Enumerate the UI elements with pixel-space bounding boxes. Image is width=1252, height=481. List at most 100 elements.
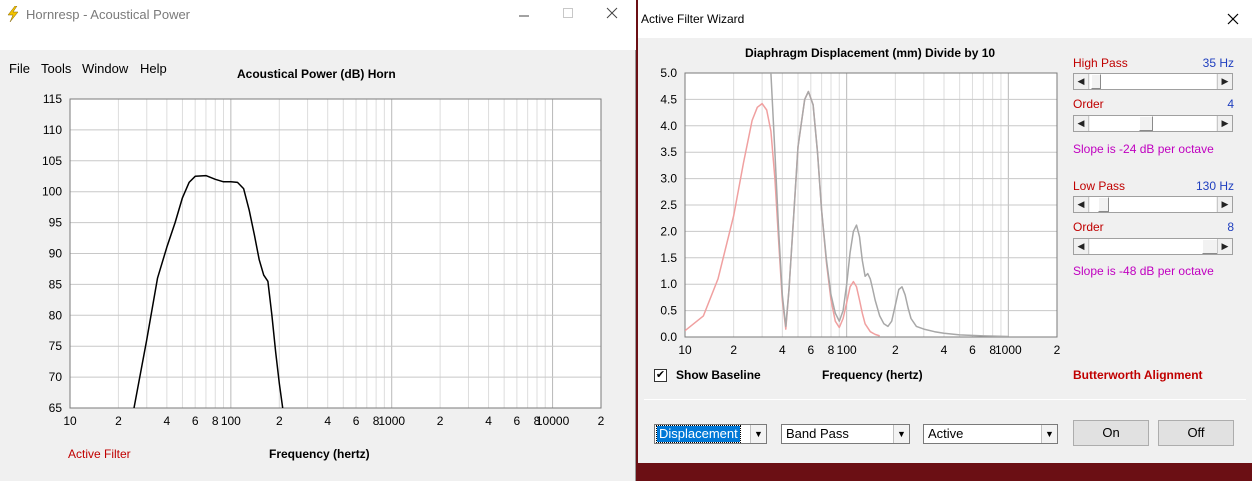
power-chart-x-tick-label: 1000 (378, 414, 405, 428)
power-chart-x-tick-label: 6 (192, 414, 199, 428)
high-pass-value: 35 Hz (1202, 56, 1234, 70)
menu-bar: File Tools Window Help (0, 30, 636, 76)
alignment-label: Butterworth Alignment (1073, 368, 1203, 382)
mode-value: Active (928, 426, 964, 441)
high-pass-order-thumb[interactable] (1139, 116, 1153, 131)
power-chart-y-tick-label: 75 (49, 339, 63, 353)
displacement-chart-y-tick-label: 3.5 (660, 145, 677, 159)
separator (644, 399, 1246, 400)
close-button[interactable] (592, 6, 632, 22)
low-pass-value: 130 Hz (1195, 179, 1234, 193)
slider-right-arrow-icon[interactable]: ▶ (1217, 239, 1232, 254)
lightning-bolt-icon (7, 6, 19, 22)
high-pass-slope: Slope is -24 dB per octave (1073, 142, 1214, 156)
power-chart-y-tick-label: 80 (49, 308, 63, 322)
off-button[interactable]: Off (1158, 420, 1234, 446)
active-filter-status: Active Filter (68, 447, 131, 461)
chevron-down-icon[interactable]: ▼ (750, 425, 766, 443)
power-chart-x-tick-label: 10 (63, 414, 77, 428)
high-pass-order-slider[interactable]: ◀ ▶ (1073, 115, 1233, 132)
high-pass-thumb[interactable] (1091, 74, 1101, 89)
power-chart-x-tick-label: 2 (598, 414, 605, 428)
active-filter-wizard-dialog: Active Filter Wizard Diaphragm Displacem… (638, 0, 1252, 463)
low-pass-label: Low Pass (1073, 179, 1126, 193)
filter-type-dropdown[interactable]: Band Pass ▼ (781, 424, 910, 444)
high-pass-order-value: 4 (1227, 97, 1234, 111)
chevron-down-icon[interactable]: ▼ (893, 425, 909, 443)
x-axis-title: Frequency (hertz) (269, 447, 370, 461)
high-pass-label: High Pass (1073, 56, 1128, 70)
power-chart-x-tick-label: 4 (485, 414, 492, 428)
slider-right-arrow-icon[interactable]: ▶ (1217, 197, 1232, 212)
show-baseline-checkbox[interactable]: ✔ (654, 369, 667, 382)
minimize-button[interactable] (504, 6, 544, 22)
slider-left-arrow-icon[interactable]: ◀ (1074, 197, 1089, 212)
hornresp-window: Hornresp - Acoustical Power File Tools W… (0, 0, 636, 481)
power-chart-x-tick-label: 2 (115, 414, 122, 428)
displacement-chart: 5.04.54.03.53.02.52.01.51.00.50.010 2 4 6 8 1… (660, 66, 1061, 357)
low-pass-order-thumb[interactable] (1202, 239, 1218, 254)
power-chart-y-tick-label: 90 (49, 247, 63, 261)
power-chart-y-tick-label: 100 (42, 185, 62, 199)
high-pass-slider[interactable]: ◀ ▶ (1073, 73, 1233, 90)
displacement-chart-y-tick-label: 4.0 (660, 119, 677, 133)
mode-dropdown[interactable]: Active ▼ (923, 424, 1058, 444)
displacement-chart-x-tick-label: 2 (1054, 343, 1061, 357)
power-chart-y-tick-label: 110 (43, 123, 62, 137)
slider-left-arrow-icon[interactable]: ◀ (1074, 116, 1089, 131)
power-chart-x-tick-label: 4 (324, 414, 331, 428)
displacement-chart-x-tick-label: 10 (678, 343, 692, 357)
displacement-x-axis-title: Frequency (hertz) (822, 368, 923, 382)
maximize-button[interactable] (548, 6, 588, 22)
displacement-chart-y-tick-label: 2.5 (660, 198, 677, 212)
displacement-chart-x-tick-label: 6 (807, 343, 814, 357)
power-chart-x-tick-label: 6 (514, 414, 521, 428)
power-chart-y-tick-label: 65 (49, 401, 63, 415)
displacement-chart-y-tick-label: 1.5 (660, 251, 677, 265)
displacement-chart-y-tick-label: 0.0 (660, 330, 677, 344)
power-chart-x-tick-label: 4 (164, 414, 171, 428)
low-pass-order-label: Order (1073, 220, 1104, 234)
displacement-chart-x-tick-label: 2 (892, 343, 899, 357)
power-chart-x-tick-label: 100 (221, 414, 241, 428)
slider-right-arrow-icon[interactable]: ▶ (1217, 116, 1232, 131)
low-pass-slider[interactable]: ◀ ▶ (1073, 196, 1233, 213)
displacement-chart-x-tick-label: 4 (941, 343, 948, 357)
slider-left-arrow-icon[interactable]: ◀ (1074, 239, 1089, 254)
chevron-down-icon[interactable]: ▼ (1041, 425, 1057, 443)
minimize-icon (519, 15, 529, 17)
power-chart-x-tick-label: 2 (437, 414, 444, 428)
title-bar: Hornresp - Acoustical Power (0, 0, 636, 30)
slider-right-arrow-icon[interactable]: ▶ (1217, 74, 1232, 89)
acoustical-power-chart: 1151101051009590858075706510 2 4 6 8 100 2 4 6 81… (42, 92, 605, 428)
displacement-chart-y-tick-label: 2.0 (660, 224, 677, 238)
displacement-chart-x-tick-label: 8 (828, 343, 835, 357)
on-button[interactable]: On (1073, 420, 1149, 446)
low-pass-order-slider[interactable]: ◀ ▶ (1073, 238, 1233, 255)
displacement-chart-x-tick-label: 1000 (995, 343, 1022, 357)
power-chart-x-tick-label: 8 (212, 414, 219, 428)
dialog-close-button[interactable] (1226, 12, 1240, 26)
displacement-chart-y-tick-label: 3.0 (660, 172, 677, 186)
low-pass-order-value: 8 (1227, 220, 1234, 234)
displacement-chart-x-tick-label: 2 (730, 343, 737, 357)
displacement-chart-y-tick-label: 1.0 (660, 277, 677, 291)
maximize-icon (563, 8, 573, 18)
displacement-chart-x-tick-label: 4 (779, 343, 786, 357)
plot-type-dropdown[interactable]: Displacement ▼ (654, 424, 767, 444)
power-chart-y-tick-label: 105 (42, 154, 62, 168)
power-chart-x-tick-label: 2 (276, 414, 283, 428)
displacement-chart-y-tick-label: 5.0 (660, 66, 677, 80)
low-pass-slope: Slope is -48 dB per octave (1073, 264, 1214, 278)
dialog-title: Active Filter Wizard (641, 12, 745, 26)
low-pass-thumb[interactable] (1098, 197, 1109, 212)
power-chart-y-tick-label: 70 (49, 370, 63, 384)
power-chart-y-tick-label: 115 (43, 92, 62, 106)
displacement-chart-x-tick-label: 100 (837, 343, 857, 357)
slider-left-arrow-icon[interactable]: ◀ (1074, 74, 1089, 89)
power-chart-y-tick-label: 85 (49, 277, 63, 291)
show-baseline-label: Show Baseline (676, 368, 761, 382)
power-chart-y-tick-label: 95 (49, 216, 63, 230)
power-chart-x-tick-label: 6 (353, 414, 360, 428)
close-icon (606, 7, 618, 19)
